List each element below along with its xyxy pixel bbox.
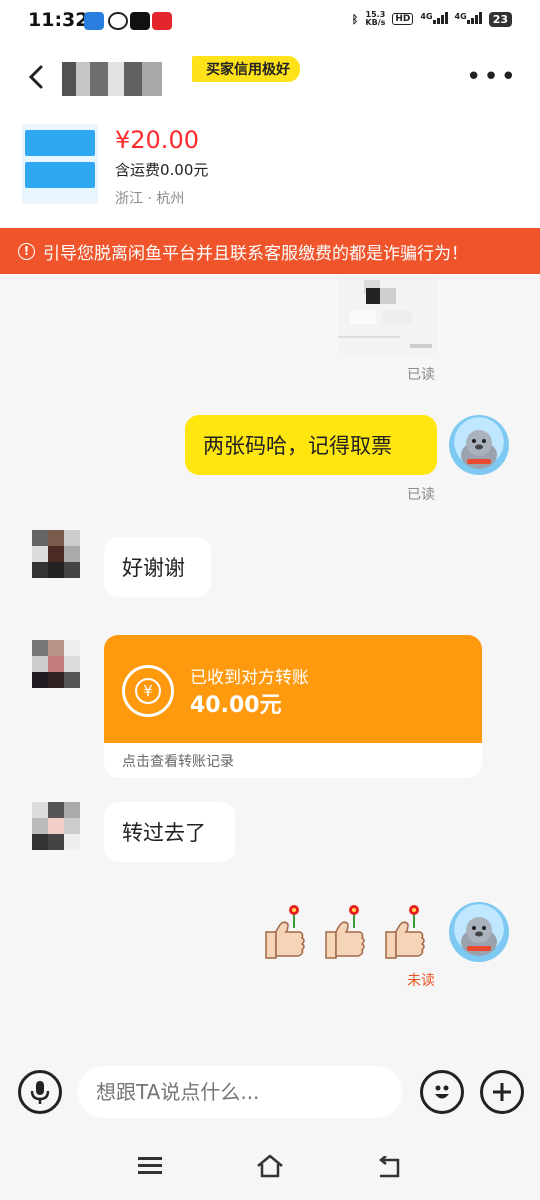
contact-avatar[interactable] <box>32 802 80 850</box>
home-icon[interactable] <box>256 1154 284 1178</box>
seal-avatar-icon <box>461 430 497 469</box>
transfer-amount: 40.00元 <box>190 693 282 718</box>
hd-icon: HD <box>392 13 414 25</box>
message-input[interactable] <box>78 1066 402 1118</box>
transfer-record-link[interactable]: 点击查看转账记录 <box>104 743 482 778</box>
contact-avatar[interactable] <box>32 530 80 578</box>
product-price: ¥20.00 <box>115 126 199 154</box>
thumbs-up-flower-sticker[interactable] <box>322 902 370 962</box>
more-dots-icon[interactable]: ••• <box>466 64 518 90</box>
input-bar <box>0 1054 540 1130</box>
app-notification-icon <box>108 12 128 30</box>
network-speed: 15.3 KB/s <box>365 10 386 27</box>
status-time: 11:32 <box>28 9 89 31</box>
chat-header: 买家信用极好 ••• <box>0 44 540 114</box>
shipping-fee: 含运费0.00元 <box>115 161 209 179</box>
read-receipt: 已读 <box>407 367 435 383</box>
battery-icon: 23 <box>488 11 512 27</box>
read-receipt: 已读 <box>407 487 435 503</box>
fraud-warning-bar: ! 引导您脱离闲鱼平台并且联系客服缴费的都是诈骗行为！ <box>0 228 540 274</box>
product-thumbnail[interactable] <box>22 124 98 204</box>
message-outgoing[interactable]: 两张码哈，记得取票 <box>185 415 437 475</box>
thumbs-up-flower-sticker[interactable] <box>262 902 310 962</box>
plus-icon[interactable] <box>480 1070 524 1114</box>
message-incoming[interactable]: 转过去了 <box>104 802 235 862</box>
app-notification-icon <box>152 12 172 30</box>
emoji-icon[interactable] <box>420 1070 464 1114</box>
yuan-coin-icon: ¥ <box>122 665 174 717</box>
tiktok-icon <box>130 12 150 30</box>
status-bar: 11:32 ᛒ 15.3 KB/s HD 4G 4G 23 <box>0 0 540 44</box>
product-location: 浙江 · 杭州 <box>115 191 185 207</box>
credit-badge: 买家信用极好 <box>192 56 300 82</box>
transfer-title: 已收到对方转账 <box>190 668 309 688</box>
microphone-icon[interactable] <box>18 1070 62 1114</box>
status-indicators: ᛒ 15.3 KB/s HD 4G 4G 23 <box>352 11 512 27</box>
image-message[interactable] <box>338 274 438 354</box>
my-avatar[interactable] <box>449 415 509 475</box>
product-card[interactable]: ¥20.00 含运费0.00元 浙江 · 杭州 <box>0 114 540 228</box>
message-incoming[interactable]: 好谢谢 <box>104 537 211 597</box>
seal-avatar-icon <box>461 917 497 956</box>
menu-icon[interactable] <box>138 1156 162 1176</box>
chat-area: 已读 两张码哈，记得取票 已读 好谢谢 ¥ 已收到对方转账 40.00元 点击查… <box>0 274 540 1054</box>
back-icon[interactable] <box>376 1156 402 1178</box>
back-arrow-icon[interactable] <box>22 62 52 92</box>
unread-receipt: 未读 <box>407 973 435 989</box>
transfer-card[interactable]: ¥ 已收到对方转账 40.00元 点击查看转账记录 <box>104 635 482 778</box>
warning-icon: ! <box>18 242 35 260</box>
signal-4g-1: 4G <box>420 11 448 27</box>
signal-4g-2: 4G <box>455 11 482 27</box>
system-nav-bar <box>0 1130 540 1200</box>
contact-avatar[interactable] <box>32 640 80 688</box>
thumbs-up-flower-sticker[interactable] <box>382 902 430 962</box>
contact-name-pixelated <box>62 62 162 96</box>
my-avatar[interactable] <box>449 902 509 962</box>
bluetooth-icon: ᛒ <box>351 12 359 26</box>
warning-text: 引导您脱离闲鱼平台并且联系客服缴费的都是诈骗行为！ <box>43 243 468 264</box>
app-notification-icon <box>84 12 104 30</box>
